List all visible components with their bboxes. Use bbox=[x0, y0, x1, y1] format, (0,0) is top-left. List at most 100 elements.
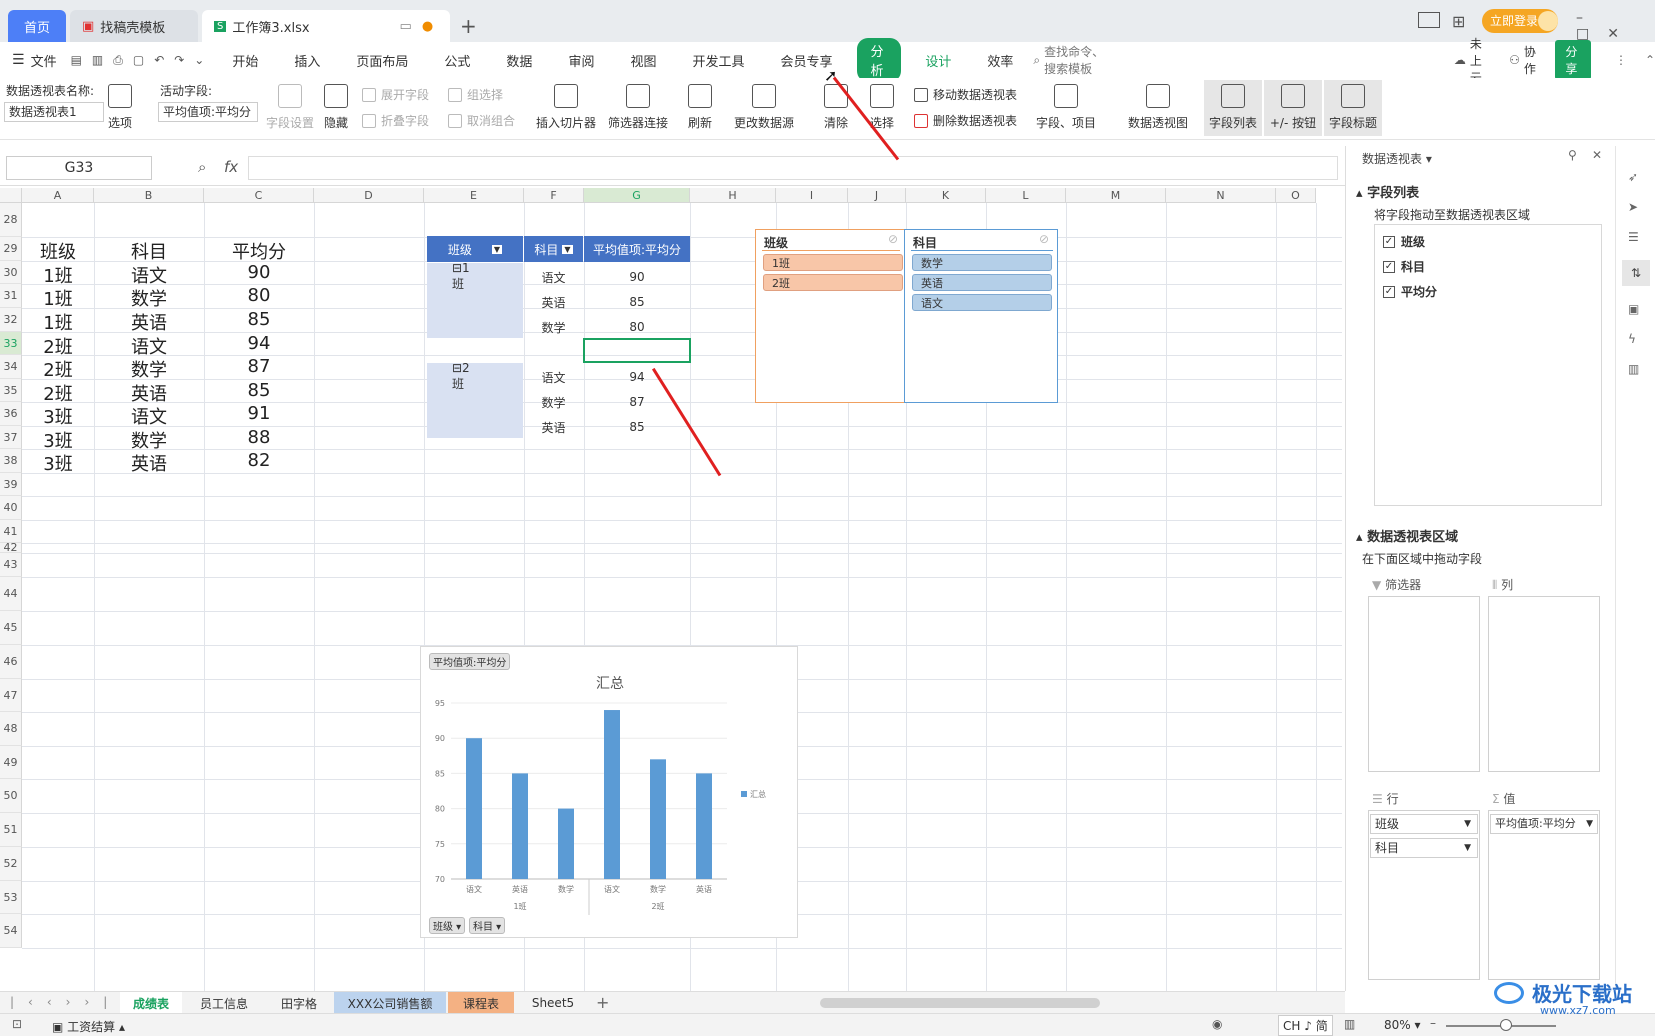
more-icon[interactable]: ⋮ bbox=[1615, 53, 1627, 67]
source-data-cell[interactable]: 数学 bbox=[94, 285, 204, 311]
source-data-cell[interactable]: 3班 bbox=[22, 403, 94, 429]
row-header[interactable]: 30 bbox=[0, 261, 22, 284]
field-checkbox-score[interactable]: ✓ 平均分 bbox=[1383, 283, 1593, 300]
row-header[interactable]: 50 bbox=[0, 779, 22, 813]
row-header[interactable]: 40 bbox=[0, 496, 22, 520]
delete-pivot-button[interactable]: 删除数据透视表 bbox=[914, 112, 1017, 129]
add-sheet-icon[interactable]: + bbox=[596, 993, 609, 1012]
pivot-header-class[interactable]: 班级 ▼ bbox=[427, 236, 523, 262]
menu-file[interactable]: 文件 bbox=[31, 51, 57, 70]
formula-input[interactable] bbox=[248, 156, 1338, 180]
menu-view[interactable]: 视图 bbox=[630, 51, 656, 70]
row-header[interactable]: 35 bbox=[0, 379, 22, 402]
sheet-tab[interactable]: XXX公司销售额 bbox=[334, 992, 446, 1014]
pivot-row-value[interactable]: 90 bbox=[584, 266, 690, 288]
source-data-cell[interactable]: 85 bbox=[204, 380, 314, 401]
sheet-tab[interactable]: 田字格 bbox=[266, 992, 332, 1014]
column-header[interactable]: D bbox=[314, 188, 424, 203]
new-tab-button[interactable]: + bbox=[460, 14, 477, 38]
zoom-slider-handle[interactable] bbox=[1500, 1019, 1512, 1031]
collab-button[interactable]: 协作 bbox=[1524, 43, 1540, 77]
sheet-tab[interactable]: 课程表 bbox=[448, 992, 514, 1014]
pivot-row-subject[interactable]: 语文 bbox=[524, 366, 583, 388]
zoom-out-icon[interactable]: – bbox=[1430, 1016, 1436, 1030]
pivot-row-value[interactable]: 85 bbox=[584, 291, 690, 313]
value-field-avg[interactable]: 平均值项:平均分 ▼ bbox=[1490, 814, 1598, 834]
calc-button[interactable]: ▣ 工资结算 ▴ bbox=[52, 1018, 125, 1035]
ime-indicator[interactable]: CH ♪ 简 bbox=[1278, 1015, 1333, 1036]
sliders-icon[interactable]: ☰ bbox=[1628, 230, 1655, 244]
collapse-ribbon-icon[interactable]: ⌃ bbox=[1645, 53, 1655, 67]
slicer-subject[interactable]: 科目 ⊘ 数学 英语 语文 bbox=[904, 229, 1058, 403]
source-data-cell[interactable]: 2班 bbox=[22, 356, 94, 382]
source-data-cell[interactable]: 1班 bbox=[22, 285, 94, 311]
tab-document[interactable]: S 工作簿3.xlsx ▭ ● bbox=[202, 10, 450, 42]
pivot-group-2[interactable]: ⊟2班 bbox=[452, 361, 470, 391]
row-header[interactable]: 39 bbox=[0, 473, 22, 496]
row-header[interactable]: 42 bbox=[0, 541, 22, 554]
slicer-item-2[interactable]: 2班 bbox=[763, 274, 903, 291]
columns-drop-area[interactable] bbox=[1488, 596, 1600, 772]
slicer-item-chinese[interactable]: 语文 bbox=[912, 294, 1052, 311]
row-header[interactable]: 28 bbox=[0, 203, 22, 237]
row-header[interactable]: 47 bbox=[0, 679, 22, 712]
slicer-item-english[interactable]: 英语 bbox=[912, 274, 1052, 291]
source-data-cell[interactable]: 82 bbox=[204, 450, 314, 471]
column-header[interactable]: N bbox=[1166, 188, 1276, 203]
sheet-tab[interactable]: Sheet5 bbox=[516, 992, 590, 1014]
column-header[interactable]: A bbox=[22, 188, 94, 203]
source-data-cell[interactable]: 数学 bbox=[94, 356, 204, 382]
menu-review[interactable]: 审阅 bbox=[568, 51, 594, 70]
hide-button[interactable]: 隐藏 bbox=[324, 84, 348, 131]
book-icon[interactable]: ▥ bbox=[1628, 362, 1655, 376]
row-header[interactable]: 36 bbox=[0, 402, 22, 426]
source-data-cell[interactable]: 1班 bbox=[22, 309, 94, 335]
pivot-row-subject[interactable]: 数学 bbox=[524, 391, 583, 413]
quick-access-icons[interactable]: ▤▥⎙▢↶↷⌄ bbox=[71, 53, 215, 68]
source-data-cell[interactable]: 英语 bbox=[94, 450, 204, 476]
row-header[interactable]: 43 bbox=[0, 553, 22, 577]
selected-cell-g33[interactable] bbox=[583, 338, 691, 363]
row-header[interactable]: 54 bbox=[0, 914, 22, 948]
field-settings-button[interactable]: 字段设置 bbox=[266, 84, 314, 131]
row-header[interactable]: 41 bbox=[0, 520, 22, 543]
column-header[interactable]: C bbox=[204, 188, 314, 203]
row-header[interactable]: 49 bbox=[0, 746, 22, 779]
grid-apps-icon[interactable]: ⊞ bbox=[1452, 12, 1465, 31]
normal-view-icon[interactable]: ▥ bbox=[1344, 1017, 1355, 1031]
ungroup-button[interactable]: 取消组合 bbox=[448, 112, 515, 129]
column-header[interactable]: G bbox=[584, 188, 690, 203]
pin-icon[interactable]: ⚲ bbox=[1568, 148, 1577, 162]
pivot-row-subject[interactable]: 英语 bbox=[524, 291, 583, 313]
row-header[interactable]: 48 bbox=[0, 712, 22, 746]
fields-items-button[interactable]: 字段、项目 bbox=[1036, 84, 1096, 131]
horizontal-scrollbar[interactable] bbox=[820, 998, 1100, 1008]
zoom-level[interactable]: 80% ▾ bbox=[1384, 1018, 1421, 1032]
hamburger-icon[interactable]: ☰ bbox=[12, 52, 25, 68]
sheet-nav-icons[interactable]: |‹‹››| bbox=[10, 995, 121, 1009]
row-header[interactable]: 32 bbox=[0, 308, 22, 332]
row-header[interactable]: 34 bbox=[0, 355, 22, 379]
column-header[interactable]: E bbox=[424, 188, 524, 203]
share-button[interactable]: 分享 bbox=[1555, 40, 1591, 80]
active-field-input[interactable]: 平均值项:平均分 bbox=[158, 102, 258, 122]
column-header[interactable]: H bbox=[690, 188, 776, 203]
field-list-toggle[interactable]: 字段列表 bbox=[1204, 80, 1262, 136]
row-header[interactable]: 46 bbox=[0, 645, 22, 679]
source-data-cell[interactable]: 88 bbox=[204, 427, 314, 448]
column-header[interactable]: B bbox=[94, 188, 204, 203]
filter-connection-button[interactable]: 筛选器连接 bbox=[608, 84, 668, 131]
refresh-button[interactable]: 刷新 bbox=[688, 84, 712, 131]
field-headers-toggle[interactable]: 字段标题 bbox=[1324, 80, 1382, 136]
pivot-header-value[interactable]: 平均值项:平均分 bbox=[584, 236, 690, 262]
source-data-cell[interactable]: 语文 bbox=[94, 403, 204, 429]
filter-drop-area[interactable] bbox=[1368, 596, 1480, 772]
column-header[interactable]: I bbox=[776, 188, 848, 203]
row-header[interactable]: 33 bbox=[0, 332, 22, 355]
pivot-chart[interactable]: 平均值项:平均分 汇总 70 75 80 85 90 95 语文 英语 数学 语文 数学 英语 1班 2班… bbox=[420, 646, 798, 938]
source-data-cell[interactable]: 3班 bbox=[22, 450, 94, 476]
pivot-row-value[interactable]: 94 bbox=[584, 366, 690, 388]
row-header[interactable]: 51 bbox=[0, 813, 22, 847]
dropdown-icon[interactable]: ▼ bbox=[491, 244, 503, 254]
source-data-cell[interactable]: 87 bbox=[204, 356, 314, 377]
